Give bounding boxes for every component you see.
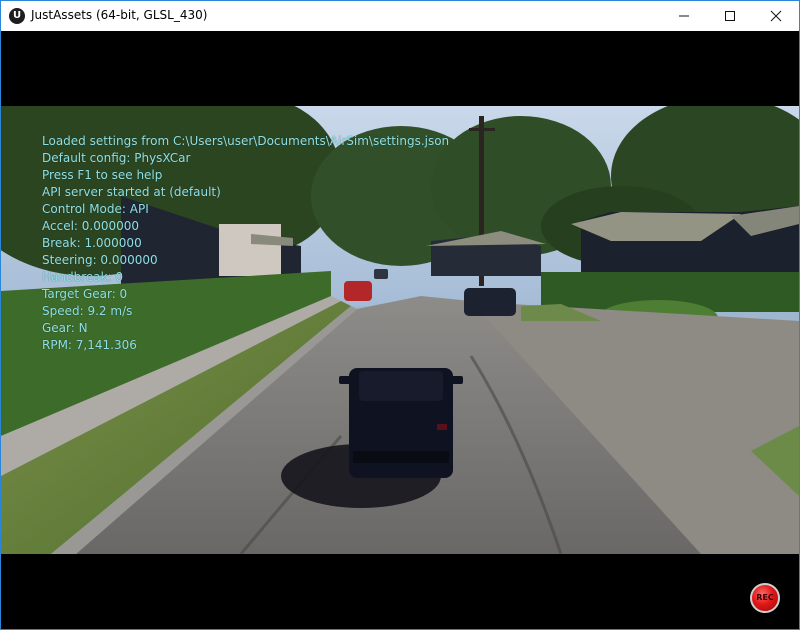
maximize-button[interactable] bbox=[707, 1, 753, 31]
dark-sedan bbox=[464, 288, 516, 316]
ego-suv bbox=[339, 368, 463, 478]
minimize-icon bbox=[679, 15, 689, 17]
close-button[interactable] bbox=[753, 1, 799, 31]
unreal-engine-logo-icon: U bbox=[9, 8, 25, 24]
hud-line-api-server: API server started at (default) bbox=[42, 185, 221, 199]
game-client-area[interactable]: Loaded settings from C:\Users\user\Docum… bbox=[1, 31, 799, 629]
hud-line-break: Break: 1.000000 bbox=[42, 236, 142, 250]
title-bar[interactable]: U JustAssets (64-bit, GLSL_430) bbox=[1, 1, 799, 31]
hud-line-target-gear: Target Gear: 0 bbox=[42, 287, 128, 301]
hud-line-rpm: RPM: 7,141.306 bbox=[42, 338, 137, 352]
airsim-hud-log: Loaded settings from C:\Users\user\Docum… bbox=[42, 133, 449, 354]
minimize-button[interactable] bbox=[661, 1, 707, 31]
hud-line-control-mode: Control Mode: API bbox=[42, 202, 149, 216]
app-window: U JustAssets (64-bit, GLSL_430) Loaded s… bbox=[0, 0, 800, 630]
hud-line-handbreak: Handbreak: 0 bbox=[42, 270, 124, 284]
hud-line-speed: Speed: 9.2 m/s bbox=[42, 304, 133, 318]
record-button[interactable]: REC bbox=[750, 583, 780, 613]
hud-line-config: Default config: PhysXCar bbox=[42, 151, 191, 165]
window-title: JustAssets (64-bit, GLSL_430) bbox=[31, 8, 208, 22]
close-icon bbox=[770, 10, 782, 22]
hud-line-gear: Gear: N bbox=[42, 321, 88, 335]
hud-line-steering: Steering: 0.000000 bbox=[42, 253, 158, 267]
hud-line-help: Press F1 to see help bbox=[42, 168, 163, 182]
hud-line-settings: Loaded settings from C:\Users\user\Docum… bbox=[42, 134, 450, 148]
hud-line-accel: Accel: 0.000000 bbox=[42, 219, 140, 233]
maximize-icon bbox=[725, 11, 735, 21]
